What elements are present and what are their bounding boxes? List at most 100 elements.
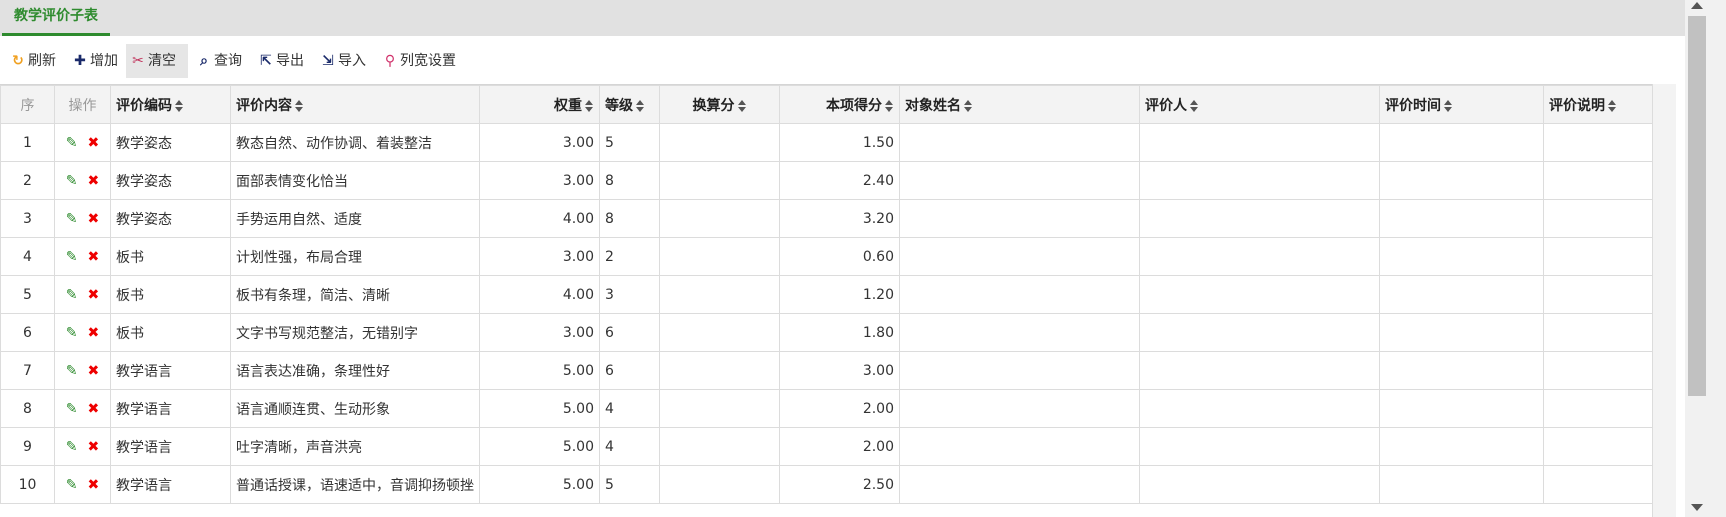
cell-actions: ✎ ✖ (54, 199, 111, 238)
cell-actions: ✎ ✖ (54, 465, 111, 504)
sort-icon[interactable] (295, 99, 304, 112)
cell-content: 手势运用自然、适度 (230, 199, 480, 238)
table-row[interactable]: 4 ✎ ✖ 板书 计划性强，布局合理 3.00 2 0.60 (0, 237, 1662, 276)
col-header-content[interactable]: 评价内容 (230, 85, 480, 124)
delete-icon[interactable]: ✖ (88, 439, 100, 455)
cell-code: 板书 (110, 313, 231, 352)
cell-grade: 6 (599, 351, 660, 390)
pencil-icon[interactable]: ✎ (66, 173, 78, 189)
delete-icon[interactable]: ✖ (88, 401, 100, 417)
col-header-evaluator[interactable]: 评价人 (1139, 85, 1380, 124)
cell-grade: 4 (599, 427, 660, 466)
cell-actions: ✎ ✖ (54, 313, 111, 352)
pencil-icon[interactable]: ✎ (66, 249, 78, 265)
grid-table: 序 操作 评价编码 评价内容 权重 等级 换算分 本项得分 对象姓名 评价人 评… (0, 85, 1662, 504)
cell-grade: 2 (599, 237, 660, 276)
delete-icon[interactable]: ✖ (88, 249, 100, 265)
table-row[interactable]: 8 ✎ ✖ 教学语言 语言通顺连贯、生动形象 5.00 4 2.00 (0, 389, 1662, 428)
col-header-code[interactable]: 评价编码 (110, 85, 231, 124)
delete-icon[interactable]: ✖ (88, 173, 100, 189)
col-header-score[interactable]: 本项得分 (779, 85, 900, 124)
cell-convert (659, 161, 780, 200)
pencil-icon[interactable]: ✎ (66, 287, 78, 303)
col-header-eval-note[interactable]: 评价说明 (1543, 85, 1662, 124)
pencil-icon[interactable]: ✎ (66, 401, 78, 417)
table-row[interactable]: 9 ✎ ✖ 教学语言 吐字清晰，声音洪亮 5.00 4 2.00 (0, 427, 1662, 466)
cell-content: 语言通顺连贯、生动形象 (230, 389, 480, 428)
table-row[interactable]: 7 ✎ ✖ 教学语言 语言表达准确，条理性好 5.00 6 3.00 (0, 351, 1662, 390)
cell-seq: 6 (0, 313, 55, 352)
cell-target-name (899, 389, 1140, 428)
delete-icon[interactable]: ✖ (88, 211, 100, 227)
clear-button[interactable]: ✂ 清空 (126, 44, 188, 78)
toolbar: ↻ 刷新 ✚ 增加 ✂ 清空 ⌕ 查询 ⇱ 导出 ⇲ 导入 ⚲ 列宽设置 (0, 36, 1685, 84)
col-header-weight[interactable]: 权重 (479, 85, 600, 124)
cell-eval-note (1543, 199, 1662, 238)
table-row[interactable]: 10 ✎ ✖ 教学语言 普通话授课，语速适中，音调抑扬顿挫 5.00 5 2.50 (0, 465, 1662, 504)
cell-convert (659, 427, 780, 466)
cell-content: 普通话授课，语速适中，音调抑扬顿挫 (230, 465, 480, 504)
delete-icon[interactable]: ✖ (88, 363, 100, 379)
sort-icon[interactable] (175, 99, 184, 112)
add-button[interactable]: ✚ 增加 (68, 44, 122, 78)
pencil-icon[interactable]: ✎ (66, 439, 78, 455)
sort-icon[interactable] (737, 99, 747, 112)
cell-eval-time (1379, 351, 1544, 390)
col-header-eval-time[interactable]: 评价时间 (1379, 85, 1544, 124)
col-header-target-name[interactable]: 对象姓名 (899, 85, 1140, 124)
table-row[interactable]: 5 ✎ ✖ 板书 板书有条理，简洁、清晰 4.00 3 1.20 (0, 275, 1662, 314)
cell-code: 教学姿态 (110, 123, 231, 162)
cell-seq: 3 (0, 199, 55, 238)
col-header-actions: 操作 (54, 85, 111, 124)
table-row[interactable]: 2 ✎ ✖ 教学姿态 面部表情变化恰当 3.00 8 2.40 (0, 161, 1662, 200)
cell-convert (659, 199, 780, 238)
page-scrollbar[interactable] (1685, 0, 1726, 517)
query-button[interactable]: ⌕ 查询 (192, 44, 246, 78)
sort-icon[interactable] (885, 99, 894, 112)
sort-icon[interactable] (636, 99, 645, 112)
sort-icon[interactable] (1444, 99, 1453, 112)
sort-icon[interactable] (585, 99, 594, 112)
pencil-icon[interactable]: ✎ (66, 211, 78, 227)
cell-evaluator (1139, 313, 1380, 352)
export-button[interactable]: ⇱ 导出 (254, 44, 308, 78)
import-button[interactable]: ⇲ 导入 (316, 44, 370, 78)
col-header-seq: 序 (0, 85, 55, 124)
delete-icon[interactable]: ✖ (88, 135, 100, 151)
scrollbar-thumb[interactable] (1688, 16, 1706, 396)
pencil-icon[interactable]: ✎ (66, 363, 78, 379)
refresh-button[interactable]: ↻ 刷新 (6, 44, 60, 78)
pin-icon: ⚲ (384, 53, 396, 69)
cell-score: 2.50 (779, 465, 900, 504)
delete-icon[interactable]: ✖ (88, 325, 100, 341)
cell-weight: 5.00 (479, 427, 600, 466)
cell-eval-note (1543, 237, 1662, 276)
export-icon: ⇱ (260, 53, 272, 69)
sort-icon[interactable] (1190, 99, 1199, 112)
table-row[interactable]: 1 ✎ ✖ 教学姿态 教态自然、动作协调、着装整洁 3.00 5 1.50 (0, 123, 1662, 162)
data-grid: 序 操作 评价编码 评价内容 权重 等级 换算分 本项得分 对象姓名 评价人 评… (0, 84, 1676, 517)
cell-convert (659, 313, 780, 352)
cell-weight: 3.00 (479, 161, 600, 200)
cell-code: 教学语言 (110, 389, 231, 428)
cell-content: 面部表情变化恰当 (230, 161, 480, 200)
delete-icon[interactable]: ✖ (88, 287, 100, 303)
cell-actions: ✎ ✖ (54, 237, 111, 276)
pencil-icon[interactable]: ✎ (66, 325, 78, 341)
cell-content: 计划性强，布局合理 (230, 237, 480, 276)
cell-score: 1.80 (779, 313, 900, 352)
sort-icon[interactable] (964, 99, 973, 112)
sort-icon[interactable] (1608, 99, 1617, 112)
col-header-convert[interactable]: 换算分 (659, 85, 780, 124)
pencil-icon[interactable]: ✎ (66, 477, 78, 493)
scroll-up-icon[interactable] (1691, 2, 1703, 9)
table-row[interactable]: 3 ✎ ✖ 教学姿态 手势运用自然、适度 4.00 8 3.20 (0, 199, 1662, 238)
tab-evaluation-subtable[interactable]: 教学评价子表 (2, 0, 110, 36)
scroll-down-icon[interactable] (1691, 504, 1703, 511)
cell-code: 板书 (110, 275, 231, 314)
col-header-grade[interactable]: 等级 (599, 85, 660, 124)
column-width-settings-button[interactable]: ⚲ 列宽设置 (378, 44, 460, 78)
delete-icon[interactable]: ✖ (88, 477, 100, 493)
table-row[interactable]: 6 ✎ ✖ 板书 文字书写规范整洁，无错别字 3.00 6 1.80 (0, 313, 1662, 352)
pencil-icon[interactable]: ✎ (66, 135, 78, 151)
